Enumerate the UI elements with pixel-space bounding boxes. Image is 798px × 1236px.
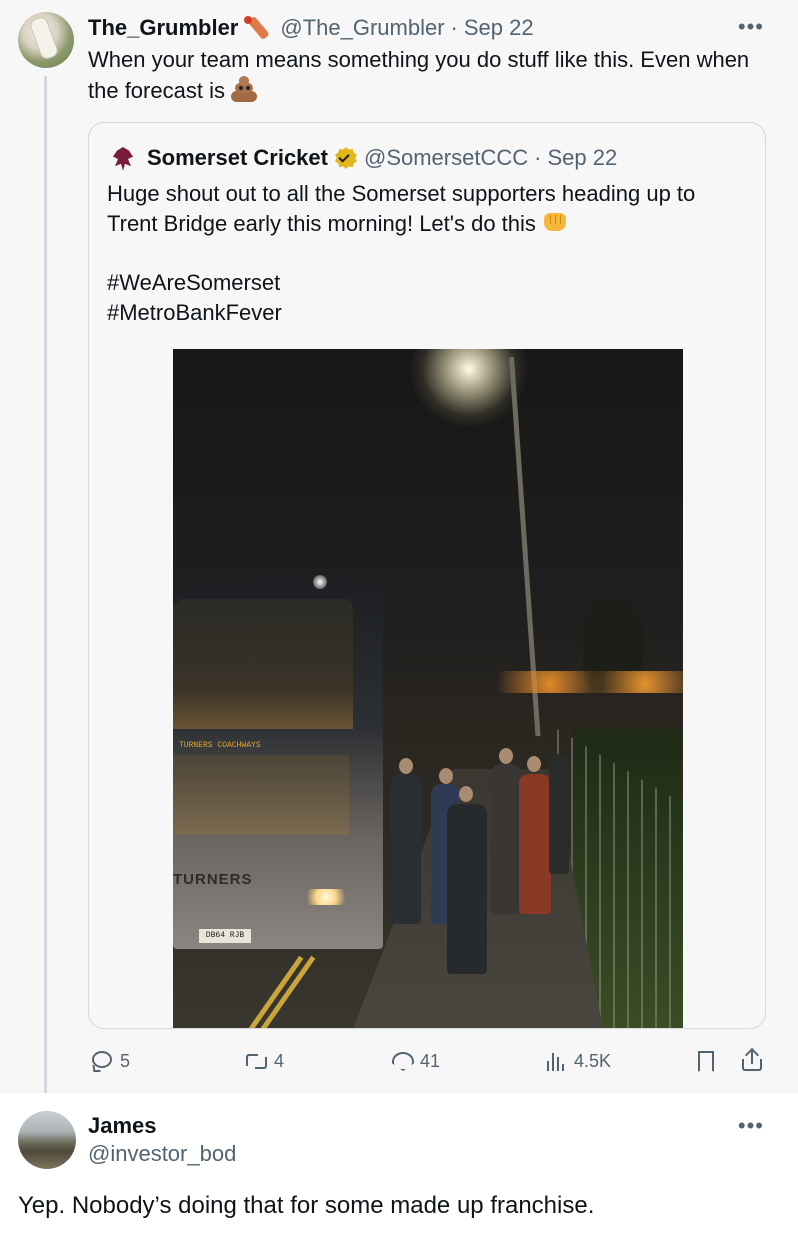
tweet-text-body: When your team means something you do st… <box>88 47 750 103</box>
quoted-tweet[interactable]: Somerset Cricket @SomersetCCC · Sep 22 H… <box>88 122 766 1029</box>
bus-headlight <box>303 889 349 905</box>
distant-lights <box>493 671 683 693</box>
share-icon[interactable] <box>740 1047 764 1075</box>
reply-count: 5 <box>120 1050 131 1071</box>
reply-author-handle[interactable]: @investor_bod <box>88 1141 236 1167</box>
retweet-count: 4 <box>274 1050 285 1071</box>
verified-badge-icon <box>334 146 358 170</box>
bookmark-icon[interactable] <box>696 1050 716 1074</box>
views-button[interactable]: 4.5K <box>544 1048 611 1074</box>
reply-tweet[interactable]: James @investor_bod ••• Yep. Nobody’s do… <box>0 1093 798 1236</box>
bus-upper-window <box>173 599 353 729</box>
quoted-tweet-header: Somerset Cricket @SomersetCCC · Sep 22 <box>147 143 617 173</box>
reply-icon <box>90 1049 116 1073</box>
reply-text: Yep. Nobody’s doing that for some made u… <box>18 1192 595 1219</box>
thread-line <box>44 76 47 1103</box>
tweet-text: When your team means something you do st… <box>88 45 758 106</box>
separator: · <box>450 15 458 40</box>
crowd-of-supporters <box>391 744 571 984</box>
avatar[interactable] <box>18 12 74 68</box>
number-plate: DB64 RJB <box>199 929 251 943</box>
quoted-text-line: Huge shout out to all the Somerset suppo… <box>107 181 696 236</box>
tweet-date[interactable]: Sep 22 <box>464 15 534 41</box>
quoted-tweet-date[interactable]: Sep 22 <box>547 145 617 171</box>
bus-brand-text: TURNERS <box>173 871 253 888</box>
bus-windscreen <box>173 755 349 835</box>
more-options-icon[interactable]: ••• <box>738 16 764 38</box>
view-count: 4.5K <box>574 1050 612 1071</box>
like-button[interactable]: 41 <box>390 1048 440 1074</box>
quoted-author-handle[interactable]: @SomersetCCC <box>364 145 528 171</box>
more-options-icon[interactable]: ••• <box>738 1115 764 1137</box>
like-count: 41 <box>420 1050 441 1071</box>
retweet-icon <box>244 1049 270 1073</box>
main-tweet[interactable]: The_Grumbler @The_Grumbler · Sep 22 ••• … <box>0 0 798 1103</box>
author-handle[interactable]: @The_Grumbler <box>280 15 444 41</box>
hashtag-wearesomerset[interactable]: #WeAreSomerset <box>107 270 280 295</box>
tweet-photo[interactable]: TURNERS COACHWAYS TURNERS DB64 RJB <box>173 349 683 1028</box>
pile-of-poo-icon <box>229 75 259 103</box>
cricket-bat-icon <box>242 14 272 42</box>
reply-button[interactable]: 5 <box>90 1048 130 1074</box>
oncoming-fist-icon <box>542 210 568 234</box>
retweet-button[interactable]: 4 <box>244 1048 284 1074</box>
road-line <box>259 955 316 1028</box>
quoted-author-name[interactable]: Somerset Cricket <box>147 145 328 171</box>
road-line <box>247 955 304 1028</box>
somerset-logo-icon <box>109 145 137 173</box>
bus-destination-sign: TURNERS COACHWAYS <box>179 741 261 750</box>
author-name[interactable]: The_Grumbler <box>88 15 238 41</box>
hashtag-metrobankfever[interactable]: #MetroBankFever <box>107 300 282 325</box>
bus-roof-light <box>313 575 327 589</box>
separator: · <box>534 145 542 170</box>
reply-avatar[interactable] <box>18 1111 76 1169</box>
views-chart-icon <box>544 1049 570 1073</box>
quoted-tweet-text: Huge shout out to all the Somerset suppo… <box>107 179 747 328</box>
heart-icon <box>390 1049 416 1073</box>
tweet-header: The_Grumbler @The_Grumbler · Sep 22 <box>88 14 534 42</box>
reply-author-name[interactable]: James <box>88 1113 157 1139</box>
